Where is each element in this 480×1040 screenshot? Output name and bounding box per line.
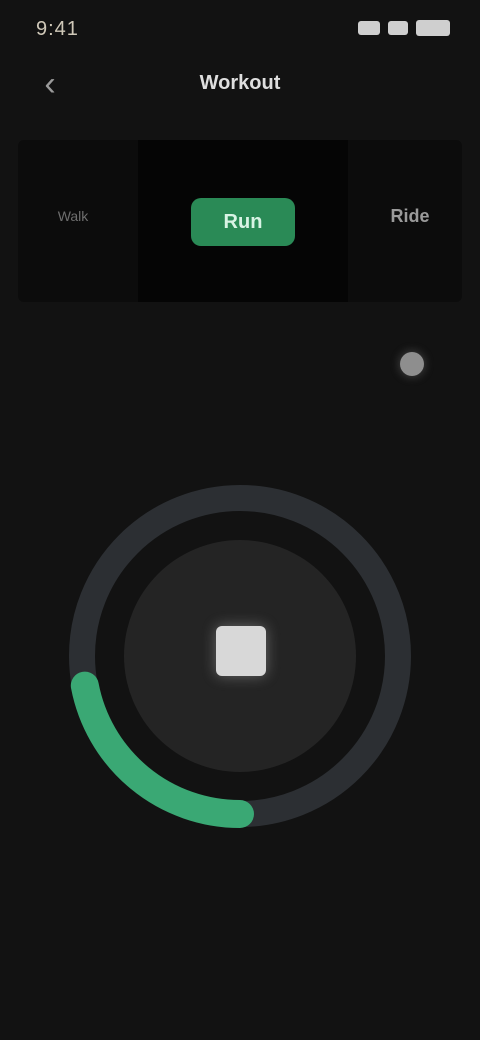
signal-icon [358, 21, 380, 35]
mode-option-right[interactable]: Ride [358, 140, 462, 302]
wifi-icon [388, 21, 408, 35]
status-time: 9:41 [36, 18, 79, 40]
battery-icon [416, 20, 450, 36]
toolbar: ‹ Workout [0, 60, 480, 120]
settings-button[interactable] [392, 344, 432, 384]
mode-left-label: Walk [57, 208, 89, 224]
page-title: Workout [199, 72, 281, 94]
back-button[interactable]: ‹ [30, 64, 70, 104]
mode-right-label: Ride [390, 205, 430, 226]
mode-center-label: Run [223, 210, 263, 233]
mode-selector: Walk Run Ride [18, 140, 462, 302]
settings-dot-icon [400, 352, 424, 376]
mode-option-center[interactable]: Run [138, 140, 348, 302]
status-bar: 9:41 [0, 0, 480, 60]
mode-option-left[interactable]: Walk [18, 140, 128, 302]
status-icons [358, 20, 450, 36]
chevron-left-icon: ‹ [44, 65, 56, 103]
workout-screen: 9:41 ‹ Workout Walk Run Ride [0, 0, 480, 1040]
mode-active-badge: Run [191, 198, 295, 246]
stop-button[interactable] [216, 626, 266, 676]
